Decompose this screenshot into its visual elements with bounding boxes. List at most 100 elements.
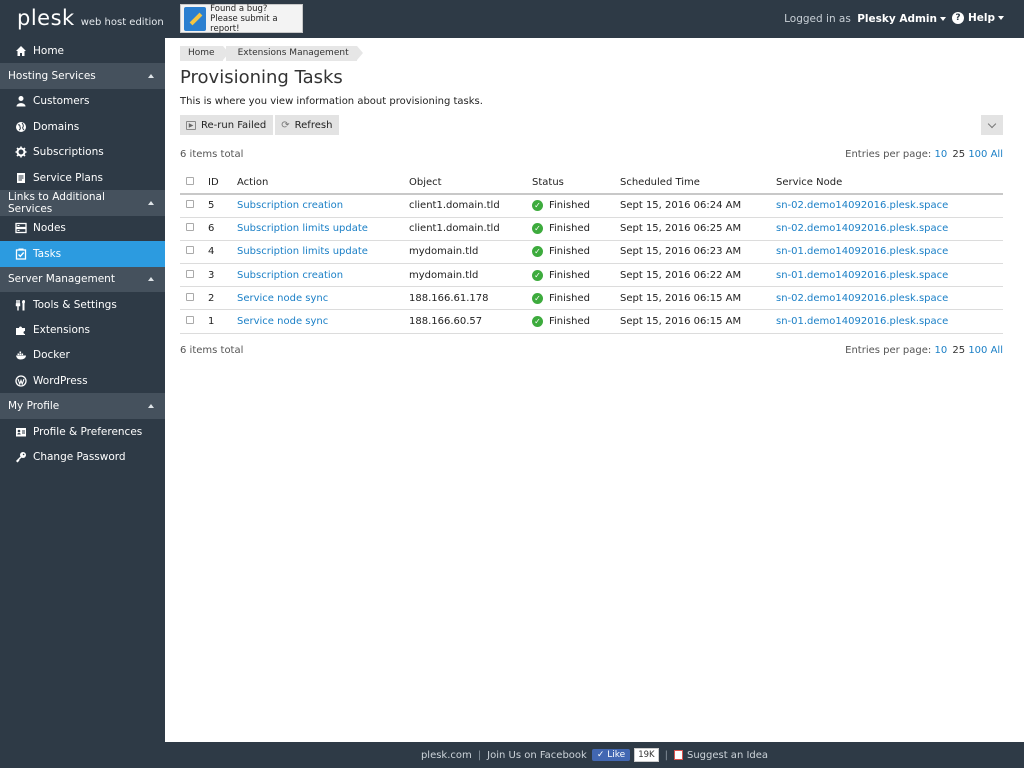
cell-id: 2 bbox=[208, 286, 237, 311]
sidebar-item-tools-settings[interactable]: Tools & Settings bbox=[0, 292, 165, 317]
chevron-down-icon bbox=[987, 119, 997, 128]
column-header-action[interactable]: Action bbox=[237, 172, 409, 195]
sidebar-item-label: Nodes bbox=[33, 222, 66, 235]
sidebar-item-customers[interactable]: Customers bbox=[0, 89, 165, 114]
sidebar-item-wordpress[interactable]: WordPress bbox=[0, 368, 165, 393]
suggest-idea-link[interactable]: Suggest an Idea bbox=[673, 750, 768, 761]
entries-option-all[interactable]: All bbox=[991, 345, 1003, 356]
sidebar-item-label: Change Password bbox=[33, 450, 126, 463]
docker-icon bbox=[15, 349, 27, 361]
sidebar-item-nodes[interactable]: Nodes bbox=[0, 216, 165, 241]
play-icon: ▶ bbox=[186, 120, 196, 130]
sidebar-item-label: Profile & Preferences bbox=[33, 425, 143, 438]
column-header-id[interactable]: ID bbox=[208, 172, 237, 195]
check-circle-icon: ✓ bbox=[532, 246, 543, 258]
toolbar: ▶ Re-run Failed ⟳ Refresh bbox=[180, 115, 1003, 135]
facebook-label: Join Us on Facebook bbox=[487, 749, 587, 761]
row-checkbox[interactable] bbox=[186, 200, 194, 209]
column-header-service-node[interactable]: Service Node bbox=[776, 172, 1003, 195]
cell-service-node-link[interactable]: sn-02.demo14092016.plesk.space bbox=[776, 200, 948, 211]
breadcrumb: Home Extensions Management bbox=[180, 46, 1003, 61]
row-checkbox[interactable] bbox=[186, 316, 194, 325]
pager-top: 6 items total Entries per page: 10 25 10… bbox=[180, 149, 1003, 163]
sidebar-item-home[interactable]: Home bbox=[0, 38, 165, 63]
user-menu[interactable]: Plesky Admin bbox=[857, 13, 946, 25]
section-server-management[interactable]: Server Management bbox=[0, 266, 165, 292]
section-hosting-services[interactable]: Hosting Services bbox=[0, 63, 165, 89]
brand-name: plesk bbox=[17, 6, 75, 30]
user-icon bbox=[15, 95, 27, 107]
row-checkbox[interactable] bbox=[186, 246, 194, 255]
cell-service-node-link[interactable]: sn-01.demo14092016.plesk.space bbox=[776, 246, 948, 257]
row-checkbox[interactable] bbox=[186, 269, 194, 278]
column-header-scheduled-time[interactable]: Scheduled Time bbox=[620, 172, 776, 195]
sidebar-item-service-plans[interactable]: Service Plans bbox=[0, 165, 165, 190]
entries-option-all[interactable]: All bbox=[991, 149, 1003, 160]
plesk-logo[interactable]: plesk web host edition bbox=[17, 6, 164, 30]
breadcrumb-extensions-management[interactable]: Extensions Management bbox=[225, 46, 363, 61]
breadcrumb-home[interactable]: Home bbox=[180, 46, 229, 61]
chevron-down-icon bbox=[940, 17, 946, 21]
entries-option-10[interactable]: 10 bbox=[934, 345, 947, 356]
sidebar-item-label: Subscriptions bbox=[33, 146, 104, 159]
sidebar-item-subscriptions[interactable]: Subscriptions bbox=[0, 140, 165, 165]
cell-service-node-link[interactable]: sn-02.demo14092016.plesk.space bbox=[776, 293, 948, 304]
sidebar-item-tasks[interactable]: Tasks bbox=[0, 241, 165, 267]
cell-service-node-link[interactable]: sn-01.demo14092016.plesk.space bbox=[776, 270, 948, 281]
sidebar-item-label: WordPress bbox=[33, 374, 88, 387]
key-icon bbox=[15, 451, 27, 463]
section-links-additional[interactable]: Links to Additional Services bbox=[0, 190, 165, 216]
tasks-table: ID Action Object Status Scheduled Time S… bbox=[180, 172, 1003, 334]
section-label: Hosting Services bbox=[8, 70, 96, 83]
like-count: 19K bbox=[634, 748, 659, 762]
refresh-button[interactable]: ⟳ Refresh bbox=[275, 115, 340, 135]
sidebar-item-label: Tasks bbox=[33, 247, 62, 260]
select-all-checkbox[interactable] bbox=[186, 177, 194, 185]
bug-line-2: Please submit a report! bbox=[210, 13, 278, 34]
rerun-failed-button[interactable]: ▶ Re-run Failed bbox=[180, 115, 274, 135]
cell-service-node-link[interactable]: sn-02.demo14092016.plesk.space bbox=[776, 223, 948, 234]
row-checkbox[interactable] bbox=[186, 223, 194, 232]
cell-action-link[interactable]: Service node sync bbox=[237, 316, 328, 327]
items-total: 6 items total bbox=[180, 344, 244, 356]
sidebar-item-docker[interactable]: Docker bbox=[0, 343, 165, 368]
puzzle-icon bbox=[15, 324, 27, 336]
document-icon bbox=[15, 172, 27, 184]
cell-action-link[interactable]: Subscription limits update bbox=[237, 246, 368, 257]
row-checkbox[interactable] bbox=[186, 292, 194, 301]
table-row: 4 Subscription limits update mydomain.tl… bbox=[180, 240, 1003, 265]
cell-action-link[interactable]: Subscription limits update bbox=[237, 223, 368, 234]
sidebar-item-change-password[interactable]: Change Password bbox=[0, 444, 165, 469]
column-header-status[interactable]: Status bbox=[532, 172, 620, 195]
report-bug-button[interactable]: Found a bug? Please submit a report! bbox=[180, 4, 303, 34]
facebook-link[interactable]: Join Us on Facebook ✓ Like 19K bbox=[487, 748, 659, 762]
sidebar-item-profile-preferences[interactable]: Profile & Preferences bbox=[0, 419, 165, 444]
sidebar-item-domains[interactable]: Domains bbox=[0, 114, 165, 139]
column-header-object[interactable]: Object bbox=[409, 172, 532, 195]
cell-object: mydomain.tld bbox=[409, 263, 532, 288]
sidebar-item-label: Tools & Settings bbox=[33, 298, 117, 311]
entries-option-25[interactable]: 25 bbox=[952, 149, 965, 160]
expand-toggle[interactable] bbox=[981, 115, 1003, 135]
table-row: 2 Service node sync 188.166.61.178 ✓ Fini… bbox=[180, 286, 1003, 311]
collapse-icon bbox=[148, 404, 154, 409]
cell-action-link[interactable]: Subscription creation bbox=[237, 270, 343, 281]
globe-icon bbox=[15, 121, 27, 133]
plesk-com-link[interactable]: plesk.com bbox=[421, 750, 472, 761]
page-description: This is where you view information about… bbox=[180, 96, 483, 107]
section-label: Links to Additional Services bbox=[8, 191, 105, 216]
entries-option-10[interactable]: 10 bbox=[934, 149, 947, 160]
entries-option-100[interactable]: 100 bbox=[968, 149, 987, 160]
cell-action-link[interactable]: Subscription creation bbox=[237, 200, 343, 211]
facebook-like-button[interactable]: ✓ Like bbox=[591, 749, 631, 761]
cell-action-link[interactable]: Service node sync bbox=[237, 293, 328, 304]
entries-option-25[interactable]: 25 bbox=[952, 345, 965, 356]
cell-service-node-link[interactable]: sn-01.demo14092016.plesk.space bbox=[776, 316, 948, 327]
entries-option-100[interactable]: 100 bbox=[968, 345, 987, 356]
thumbs-up-icon: ✓ bbox=[596, 750, 608, 760]
footer-separator: | bbox=[664, 749, 668, 761]
sidebar-item-extensions[interactable]: Extensions bbox=[0, 317, 165, 342]
home-icon bbox=[15, 45, 27, 57]
help-menu[interactable]: ? Help bbox=[951, 12, 1004, 24]
section-my-profile[interactable]: My Profile bbox=[0, 393, 165, 419]
